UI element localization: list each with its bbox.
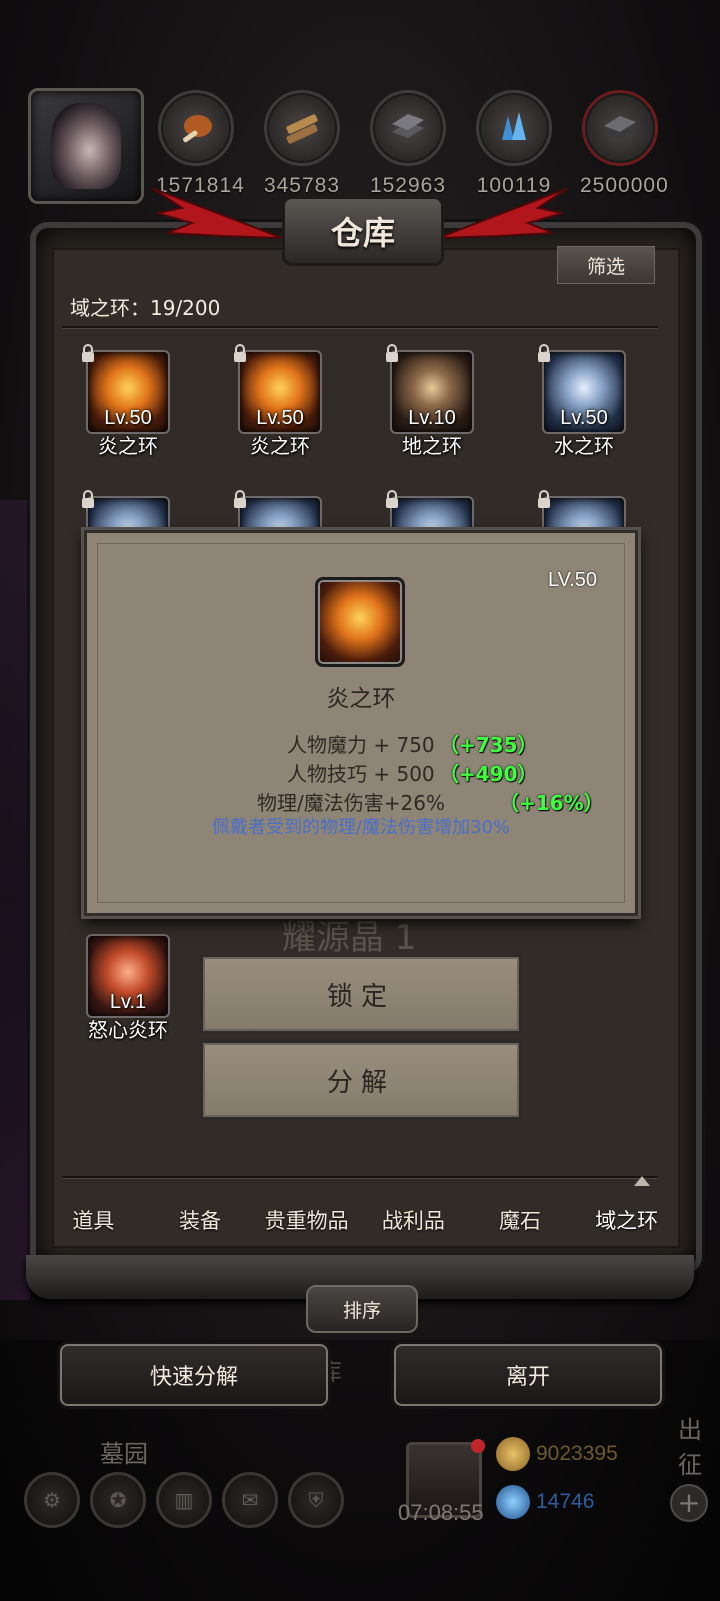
avatar-portrait	[51, 103, 121, 189]
crystal-icon	[476, 90, 552, 166]
lock-icon	[82, 490, 94, 508]
filter-button[interactable]: 筛选	[557, 246, 655, 284]
emblem-icon[interactable]: ✪	[90, 1472, 146, 1528]
item-name: 怒心炎环	[88, 1018, 168, 1042]
ghost-item-label: 耀源晶 1	[282, 918, 417, 958]
water-ring-icon: Lv.50	[542, 350, 626, 434]
item-tooltip: LV.50 炎之环 人物魔力 + 750 （+735） 人物技巧 + 500 （…	[84, 530, 638, 916]
item-level: Lv.1	[109, 991, 147, 1013]
stat-skill-bonus: （+490）	[439, 762, 538, 786]
notification-dot	[471, 1439, 485, 1453]
item-slot[interactable]: Lv.50 水之环	[538, 344, 626, 459]
active-tab-marker-icon	[634, 1176, 650, 1186]
quick-decompose-button[interactable]: 快速分解	[60, 1344, 328, 1406]
sort-button[interactable]: 排序	[306, 1285, 418, 1333]
stat-magic-bonus: （+735）	[439, 733, 538, 757]
background-left-edge	[0, 500, 30, 1300]
player-avatar[interactable]	[28, 88, 144, 204]
item-level: Lv.50	[256, 407, 304, 429]
iron-icon	[370, 90, 446, 166]
window-title: 仓库	[282, 196, 444, 266]
decompose-button[interactable]: 分解	[200, 1040, 522, 1120]
add-currency-icon[interactable]: +	[670, 1484, 708, 1522]
item-name: 地之环	[402, 434, 462, 458]
meat-icon	[158, 90, 234, 166]
item-slot[interactable]: Lv.50 炎之环	[82, 344, 170, 459]
item-level: Lv.10	[408, 407, 456, 429]
tab-items[interactable]: 道具	[40, 1205, 147, 1235]
resource-iron-value: 152963	[369, 174, 447, 197]
ore-icon	[582, 90, 658, 166]
stat-magic: 人物魔力 + 750	[287, 733, 435, 757]
item-name: 炎之环	[250, 434, 310, 458]
gold-counter: 9023395	[496, 1436, 694, 1472]
resource-ore-value: 2500000	[580, 174, 669, 197]
category-tabs: 道具 装备 贵重物品 战利品 魔石 域之环	[40, 1190, 680, 1250]
earth-ring-icon: Lv.10	[390, 350, 474, 434]
rage-fire-ring-icon: Lv.1	[86, 934, 170, 1018]
fire-ring-icon: Lv.50	[238, 350, 322, 434]
wood-icon	[264, 90, 340, 166]
lock-icon	[234, 344, 246, 362]
item-name: 炎之环	[98, 434, 158, 458]
cemetery-label: 墓园	[100, 1440, 148, 1468]
stat-damage-bonus: （+16%）	[499, 791, 604, 815]
bottom-divider	[62, 1176, 658, 1178]
lock-icon	[538, 490, 550, 508]
item-level: Lv.50	[560, 407, 608, 429]
gift-timer: 07:08:55	[398, 1500, 484, 1525]
item-level: Lv.50	[104, 407, 152, 429]
item-slot[interactable]: Lv.1 怒心炎环	[86, 934, 170, 1043]
tab-equipment[interactable]: 装备	[147, 1205, 254, 1235]
gem-counter: 14746	[496, 1484, 694, 1520]
book-icon[interactable]: ▥	[156, 1472, 212, 1528]
tooltip-item-name: 炎之环	[326, 686, 396, 712]
lock-icon	[538, 344, 550, 362]
resource-iron[interactable]: 152963	[368, 90, 448, 198]
item-slot[interactable]: Lv.50 炎之环	[234, 344, 322, 459]
lock-icon	[386, 490, 398, 508]
tab-valuables[interactable]: 贵重物品	[253, 1205, 360, 1235]
fire-ring-icon	[315, 577, 405, 667]
mail-icon[interactable]: ✉	[222, 1472, 278, 1528]
ring-count-label: 域之环：19/200	[70, 296, 221, 320]
dragon-wing-right-icon	[438, 187, 568, 239]
blue-gem-icon	[496, 1485, 530, 1519]
tab-loot[interactable]: 战利品	[360, 1205, 467, 1235]
settings-icon[interactable]: ⚙	[24, 1472, 80, 1528]
shield-icon[interactable]: ⛨	[288, 1472, 344, 1528]
tab-rings[interactable]: 域之环	[573, 1205, 680, 1235]
item-slot[interactable]: Lv.10 地之环	[386, 344, 474, 459]
tab-magic-stones[interactable]: 魔石	[467, 1205, 574, 1235]
lock-button[interactable]: 锁定	[200, 954, 522, 1034]
dragon-wing-left-icon	[152, 187, 282, 239]
gold-value: 9023395	[536, 1442, 618, 1465]
gem-value: 14746	[536, 1490, 595, 1513]
stat-damage: 物理/魔法伤害+26%	[257, 791, 445, 815]
fire-ring-icon: Lv.50	[86, 350, 170, 434]
stat-skill: 人物技巧 + 500	[287, 762, 435, 786]
lock-icon	[82, 344, 94, 362]
leave-button[interactable]: 离开	[394, 1344, 662, 1406]
gold-coin-icon	[496, 1437, 530, 1471]
resource-ore[interactable]: 2500000	[580, 90, 669, 198]
lock-icon	[386, 344, 398, 362]
top-divider	[62, 326, 658, 328]
tooltip-description: 佩戴者受到的物理/魔法伤害增加30%	[211, 817, 511, 838]
lock-icon	[234, 490, 246, 508]
tooltip-level: LV.50	[548, 569, 597, 591]
item-name: 水之环	[554, 434, 614, 458]
